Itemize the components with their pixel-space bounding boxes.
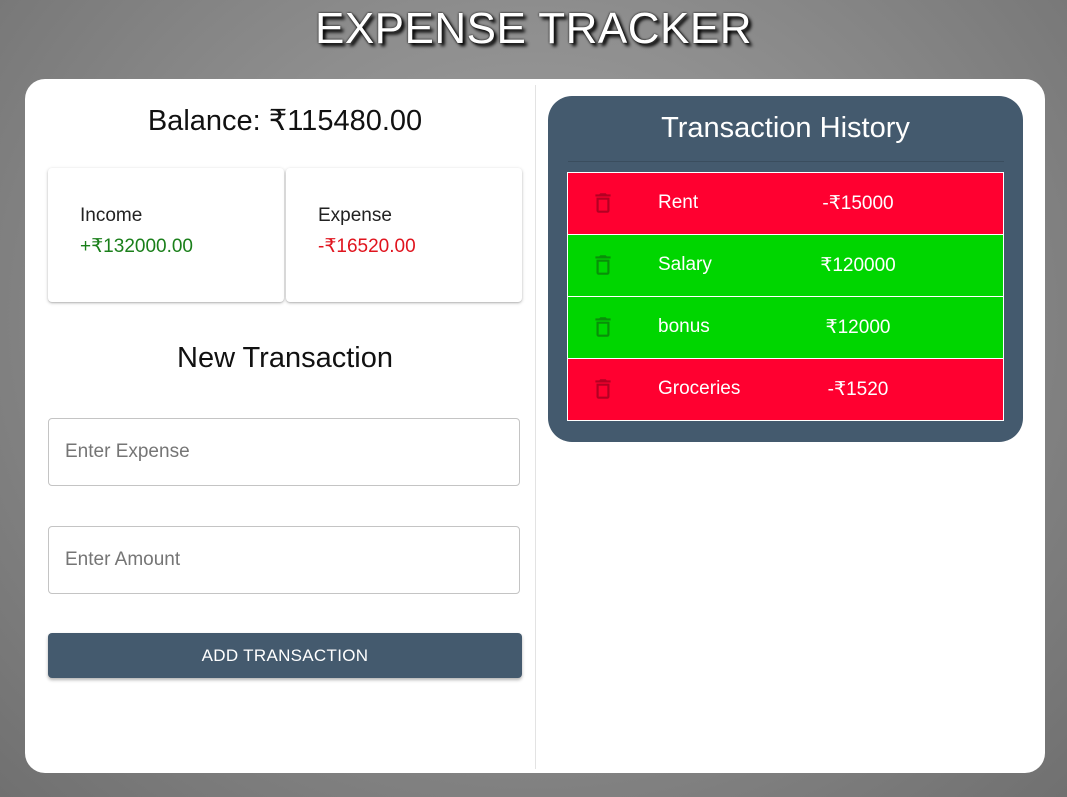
transaction-row: bonus ₹12000 (567, 296, 1004, 359)
transaction-list: Rent -₹15000 Salary ₹120000 bonus ₹12000 (567, 172, 1004, 421)
balance-heading: Balance: ₹115480.00 (147, 105, 423, 137)
transaction-amount: ₹12000 (825, 317, 891, 338)
new-transaction-title: New Transaction (177, 342, 393, 374)
amount-input[interactable] (49, 527, 519, 593)
history-divider (568, 161, 1004, 162)
transaction-name: Salary (658, 254, 712, 275)
transaction-amount: ₹120000 (820, 255, 896, 276)
transaction-name: Groceries (658, 378, 741, 399)
add-transaction-button[interactable]: ADD TRANSACTION (48, 633, 522, 678)
transaction-amount: -₹15000 (822, 193, 894, 214)
transaction-name: Rent (658, 192, 699, 213)
main-card: Balance: ₹115480.00 Income +₹132000.00 E… (25, 79, 1045, 773)
trash-icon[interactable] (590, 376, 616, 402)
expense-name-input[interactable] (49, 419, 519, 485)
transaction-amount: -₹1520 (827, 379, 889, 400)
income-label: Income (80, 205, 143, 226)
trash-icon[interactable] (590, 190, 616, 216)
trash-icon[interactable] (590, 252, 616, 278)
column-divider (535, 85, 536, 769)
expense-name-field (48, 418, 520, 486)
expense-value: -₹16520.00 (318, 236, 416, 257)
transaction-row: Groceries -₹1520 (567, 358, 1004, 421)
transaction-row: Rent -₹15000 (567, 172, 1004, 235)
transaction-history-panel: Transaction History Rent -₹15000 Salary … (548, 96, 1023, 442)
expense-summary-box: Expense -₹16520.00 (286, 168, 522, 302)
amount-field (48, 526, 520, 594)
transaction-history-title: Transaction History (661, 112, 910, 144)
app-title: EXPENSE TRACKER (314, 4, 753, 53)
income-value: +₹132000.00 (80, 236, 193, 257)
trash-icon[interactable] (590, 314, 616, 340)
income-summary-box: Income +₹132000.00 (48, 168, 284, 302)
transaction-name: bonus (658, 316, 710, 337)
transaction-row: Salary ₹120000 (567, 234, 1004, 297)
expense-label: Expense (318, 205, 392, 226)
